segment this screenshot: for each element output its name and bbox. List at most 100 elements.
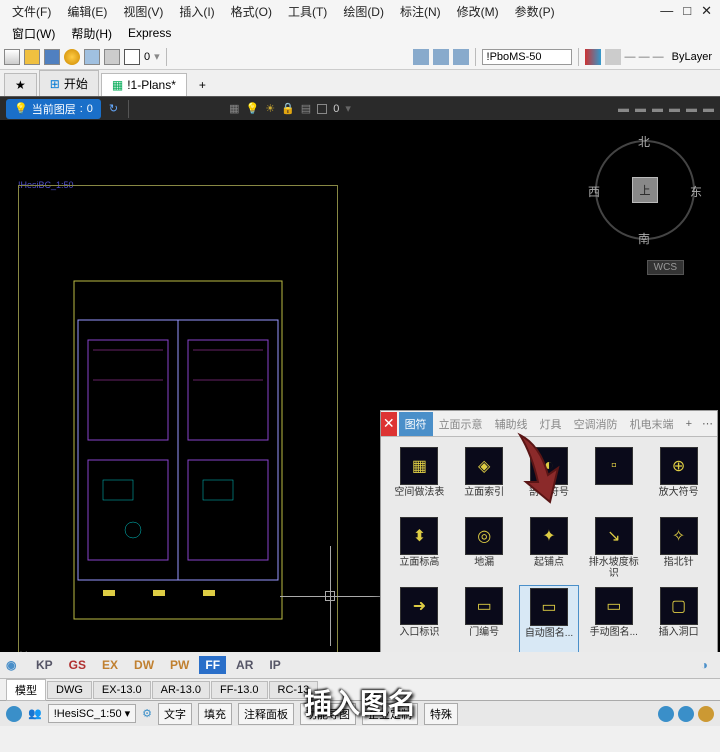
palette-item[interactable]: ▭手动图名...: [583, 585, 644, 653]
ptab-guides[interactable]: 辅助线: [489, 412, 534, 436]
palette-item[interactable]: ▭门编号: [454, 585, 515, 653]
compass-east[interactable]: 东: [690, 183, 702, 200]
sbtn-text[interactable]: 文字: [158, 703, 192, 725]
lt-kp[interactable]: KP: [30, 656, 59, 674]
status-people-icon[interactable]: 👥: [28, 707, 42, 720]
status-cfg-icon[interactable]: ⚙: [142, 707, 152, 720]
compass-top[interactable]: 上: [632, 177, 658, 203]
menu-insert[interactable]: 插入(I): [171, 1, 222, 22]
btab-ff13[interactable]: FF-13.0: [211, 681, 268, 699]
palette-item[interactable]: ⊕放大符号: [648, 445, 709, 511]
palette-item[interactable]: ▦空间做法表: [389, 445, 450, 511]
palette-menu-icon[interactable]: ⋯: [698, 417, 717, 430]
palette-add-tab[interactable]: +: [680, 418, 698, 430]
tab-start[interactable]: ★: [4, 73, 37, 96]
sun-icon[interactable]: ☀: [265, 102, 275, 115]
ltype-icon[interactable]: [585, 49, 601, 65]
lock-icon[interactable]: 🔒: [281, 102, 295, 115]
lt-ip[interactable]: IP: [263, 656, 286, 674]
menu-params[interactable]: 参数(P): [507, 1, 563, 22]
palette-item[interactable]: ➜入口标识: [389, 585, 450, 653]
lt-pw[interactable]: PW: [164, 656, 195, 674]
menu-window[interactable]: 窗口(W): [4, 23, 63, 44]
status-right-dot2[interactable]: [678, 706, 694, 722]
ptab-lights[interactable]: 灯具: [534, 412, 568, 436]
sbtn-enterprise[interactable]: 企业定制: [362, 703, 418, 725]
sbtn-special[interactable]: 特殊: [424, 703, 458, 725]
hlayer-icon[interactable]: ▬: [618, 103, 629, 115]
tab-plans[interactable]: ▦ !1-Plans*: [101, 73, 187, 96]
palette-item[interactable]: ◎地漏: [454, 515, 515, 581]
open-icon[interactable]: [24, 49, 40, 65]
block-icon[interactable]: [413, 49, 429, 65]
new-icon[interactable]: [4, 49, 20, 65]
bylayer-combo[interactable]: ByLayer: [668, 50, 716, 64]
bulb-icon[interactable]: [64, 49, 80, 65]
menu-tools[interactable]: 工具(T): [280, 1, 335, 22]
hlayer3-icon[interactable]: ▬: [652, 103, 663, 115]
lt-gs[interactable]: GS: [63, 656, 92, 674]
rect-icon[interactable]: [317, 104, 327, 114]
palette-close[interactable]: ✕: [381, 412, 397, 436]
hlayer5-icon[interactable]: ▬: [686, 103, 697, 115]
tab-start-label[interactable]: ⊞ 开始: [39, 70, 99, 96]
status-right-dot1[interactable]: [658, 706, 674, 722]
palette-item[interactable]: ▭自动图名...: [519, 585, 580, 653]
bulb2-icon[interactable]: 💡: [246, 102, 260, 115]
menu-modify[interactable]: 修改(M): [449, 1, 507, 22]
palette-item[interactable]: ◐剖切符号: [519, 445, 580, 511]
lt-ff[interactable]: FF: [199, 656, 226, 674]
toggle-icon[interactable]: ◑: [701, 658, 708, 672]
refresh-icon[interactable]: ↻: [109, 102, 118, 115]
sbtn-annopanel[interactable]: 注释面板: [238, 703, 294, 725]
maximize-icon[interactable]: □: [679, 3, 695, 19]
compass-south[interactable]: 南: [638, 230, 650, 247]
compass-west[interactable]: 西: [588, 183, 600, 200]
ptab-hvac[interactable]: 空调消防: [568, 412, 624, 436]
layer-combo[interactable]: !PboMS-50: [482, 49, 572, 65]
menu-dim[interactable]: 标注(N): [392, 1, 449, 22]
sbtn-hatch[interactable]: 填充: [198, 703, 232, 725]
palette-item[interactable]: ▫: [583, 445, 644, 511]
block2-icon[interactable]: [433, 49, 449, 65]
btab-ar13[interactable]: AR-13.0: [152, 681, 210, 699]
close-icon[interactable]: ✕: [697, 3, 716, 19]
menu-draw[interactable]: 绘图(D): [335, 1, 392, 22]
layer-icon[interactable]: [84, 49, 100, 65]
menu-express[interactable]: Express: [120, 24, 179, 42]
palette-item[interactable]: ✦起铺点: [519, 515, 580, 581]
layer-menu-icon[interactable]: ◉: [6, 658, 16, 672]
prop-icon[interactable]: [104, 49, 120, 65]
layers-icon[interactable]: ▤: [301, 102, 311, 115]
menu-help[interactable]: 帮助(H): [63, 23, 120, 44]
lt-ar[interactable]: AR: [230, 656, 259, 674]
scale-combo[interactable]: !HesiSC_1:50 ▾: [48, 704, 136, 723]
menu-file[interactable]: 文件(F): [4, 1, 59, 22]
sbtn-funcmap[interactable]: 功能导图: [300, 703, 356, 725]
menu-format[interactable]: 格式(O): [223, 1, 280, 22]
palette-item[interactable]: ⬍立面标高: [389, 515, 450, 581]
menu-edit[interactable]: 编辑(E): [59, 1, 115, 22]
drawing-canvas[interactable]: !HesiBC_1:50: [0, 120, 720, 678]
hlayer6-icon[interactable]: ▬: [703, 103, 714, 115]
ptab-symbol[interactable]: 图符: [399, 412, 433, 436]
ptab-elevation[interactable]: 立面示意: [433, 412, 489, 436]
hlayer4-icon[interactable]: ▬: [669, 103, 680, 115]
status-right-dot3[interactable]: [698, 706, 714, 722]
lweight-icon[interactable]: [605, 49, 621, 65]
grid-icon[interactable]: ▦: [229, 102, 239, 115]
hlayer2-icon[interactable]: ▬: [635, 103, 646, 115]
btab-dwg[interactable]: DWG: [47, 681, 92, 699]
menu-view[interactable]: 视图(V): [115, 1, 171, 22]
view-cube[interactable]: 北 南 东 西 上: [590, 135, 700, 245]
save-icon[interactable]: [44, 49, 60, 65]
square-icon[interactable]: [124, 49, 140, 65]
palette-item[interactable]: ▢插入洞口: [648, 585, 709, 653]
palette-item[interactable]: ◈立面索引: [454, 445, 515, 511]
current-layer-pill[interactable]: 💡 当前图层 : 0: [6, 99, 101, 119]
ptab-mep[interactable]: 机电末端: [624, 412, 680, 436]
block3-icon[interactable]: [453, 49, 469, 65]
btab-ex13[interactable]: EX-13.0: [93, 681, 151, 699]
btab-model[interactable]: 模型: [6, 679, 46, 701]
palette-item[interactable]: ✧指北针: [648, 515, 709, 581]
